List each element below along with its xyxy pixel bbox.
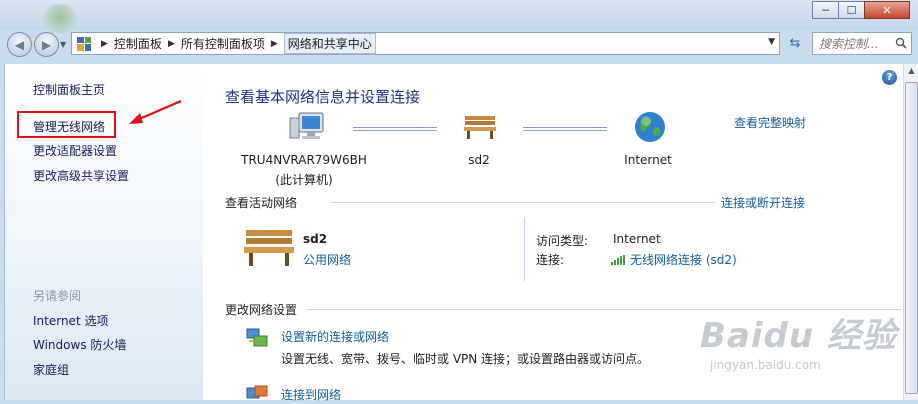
scroll-up-icon[interactable]: ▲ — [905, 66, 918, 80]
maximize-button[interactable]: ☐ — [838, 1, 865, 19]
setup-new-connection-desc: 设置无线、宽带、拨号、临时或 VPN 连接；或设置路由器或访问点。 — [281, 352, 650, 366]
active-network-name: sd2 — [303, 232, 328, 246]
recent-pages-dropdown[interactable]: ▼ — [60, 40, 66, 49]
help-icon[interactable]: ? — [882, 70, 897, 85]
minimize-button[interactable]: ─ — [812, 1, 839, 19]
column-divider — [524, 217, 525, 281]
breadcrumb-network-center[interactable]: 网络和共享中心 — [283, 33, 376, 54]
sidebar-item-adapter-settings[interactable]: 更改适配器设置 — [33, 142, 117, 159]
window-controls: ─ ☐ ✕ — [812, 1, 910, 19]
wireless-connection-link[interactable]: 无线网络连接 (sd2) — [611, 251, 737, 268]
forward-button[interactable]: ▶ — [34, 32, 59, 57]
sidebar-item-windows-firewall[interactable]: Windows 防火墙 — [33, 336, 126, 353]
computer-name: TRU4NVRAR79W6BH — [241, 153, 367, 167]
connection-label: 连接: — [536, 253, 565, 267]
breadcrumb-separator-icon[interactable]: ▶ — [168, 39, 175, 49]
connection-line — [523, 127, 607, 131]
breadcrumb-separator-icon[interactable]: ▶ — [101, 39, 108, 49]
connect-disconnect-link[interactable]: 连接或断开连接 — [721, 194, 805, 211]
watermark: Baidu 经验 jingyan.baidu.com — [700, 300, 910, 390]
connection-line — [353, 127, 437, 131]
network-bench-icon — [244, 230, 294, 266]
sidebar-item-homegroup[interactable]: 家庭组 — [33, 361, 69, 378]
search-placeholder: 搜索控制... — [819, 37, 879, 51]
close-button[interactable]: ✕ — [864, 1, 910, 19]
view-full-map-link[interactable]: 查看完整映射 — [734, 114, 806, 131]
access-type-value: Internet — [613, 232, 661, 246]
watermark-url: jingyan.baidu.com — [710, 358, 821, 372]
search-icon[interactable] — [895, 37, 907, 49]
search-input[interactable]: 搜索控制... — [812, 32, 912, 55]
network-location-link[interactable]: 公用网络 — [303, 251, 351, 268]
annotation-highlight-box — [17, 111, 116, 138]
breadcrumb-separator-icon[interactable]: ▶ — [271, 39, 278, 49]
change-settings-heading: 更改网络设置 — [225, 303, 298, 317]
globe-icon[interactable] — [633, 110, 667, 144]
breadcrumb-control-panel[interactable]: 控制面板 — [114, 35, 162, 52]
connect-network-icon — [246, 385, 268, 399]
address-bar[interactable]: ▶ 控制面板 ▶ 所有控制面板项 ▶ 网络和共享中心 ▼ — [71, 32, 780, 55]
annotation-arrow-icon — [129, 99, 182, 124]
computer-icon[interactable] — [289, 110, 325, 144]
address-dropdown-icon[interactable]: ▼ — [768, 37, 775, 47]
watermark-logo: Baidu 经验 — [700, 316, 897, 356]
network-node-name: sd2 — [468, 153, 490, 167]
bench-icon[interactable] — [463, 114, 497, 140]
see-also-heading: 另请参阅 — [33, 289, 82, 303]
refresh-icon: ⇆ — [789, 36, 801, 51]
connect-to-network-link[interactable]: 连接到网络 — [281, 386, 341, 403]
wireless-connection-label: 无线网络连接 (sd2) — [630, 253, 737, 267]
back-button[interactable]: ◀ — [7, 32, 32, 57]
back-arrow-icon: ◀ — [14, 37, 25, 52]
internet-node-name: Internet — [624, 153, 672, 167]
sidebar-item-control-panel-home[interactable]: 控制面板主页 — [33, 81, 105, 98]
control-panel-icon — [77, 36, 91, 51]
breadcrumb-all-items[interactable]: 所有控制面板项 — [181, 35, 265, 52]
sidebar-item-internet-options[interactable]: Internet 选项 — [33, 312, 108, 329]
sidebar-item-advanced-sharing[interactable]: 更改高级共享设置 — [33, 167, 129, 184]
access-type-label: 访问类型: — [536, 234, 589, 248]
active-networks-heading: 查看活动网络 — [225, 196, 298, 210]
navigation-bar: ◀ ▶ ▼ ▶ 控制面板 ▶ 所有控制面板项 ▶ 网络和共享中心 ▼ ⇆ 搜索控… — [0, 28, 918, 60]
page-title: 查看基本网络信息并设置连接 — [225, 88, 421, 106]
section-divider — [331, 202, 715, 203]
signal-strength-icon — [611, 254, 626, 265]
new-connection-icon — [246, 328, 268, 347]
setup-new-connection-link[interactable]: 设置新的连接或网络 — [281, 328, 389, 345]
title-bar: ─ ☐ ✕ — [0, 0, 918, 34]
forward-arrow-icon: ▶ — [41, 37, 52, 52]
computer-sublabel: (此计算机) — [275, 173, 333, 187]
refresh-button[interactable]: ⇆ — [784, 33, 806, 54]
left-task-pane: 控制面板主页 管理无线网络 更改适配器设置 更改高级共享设置 另请参阅 Inte… — [4, 64, 203, 400]
